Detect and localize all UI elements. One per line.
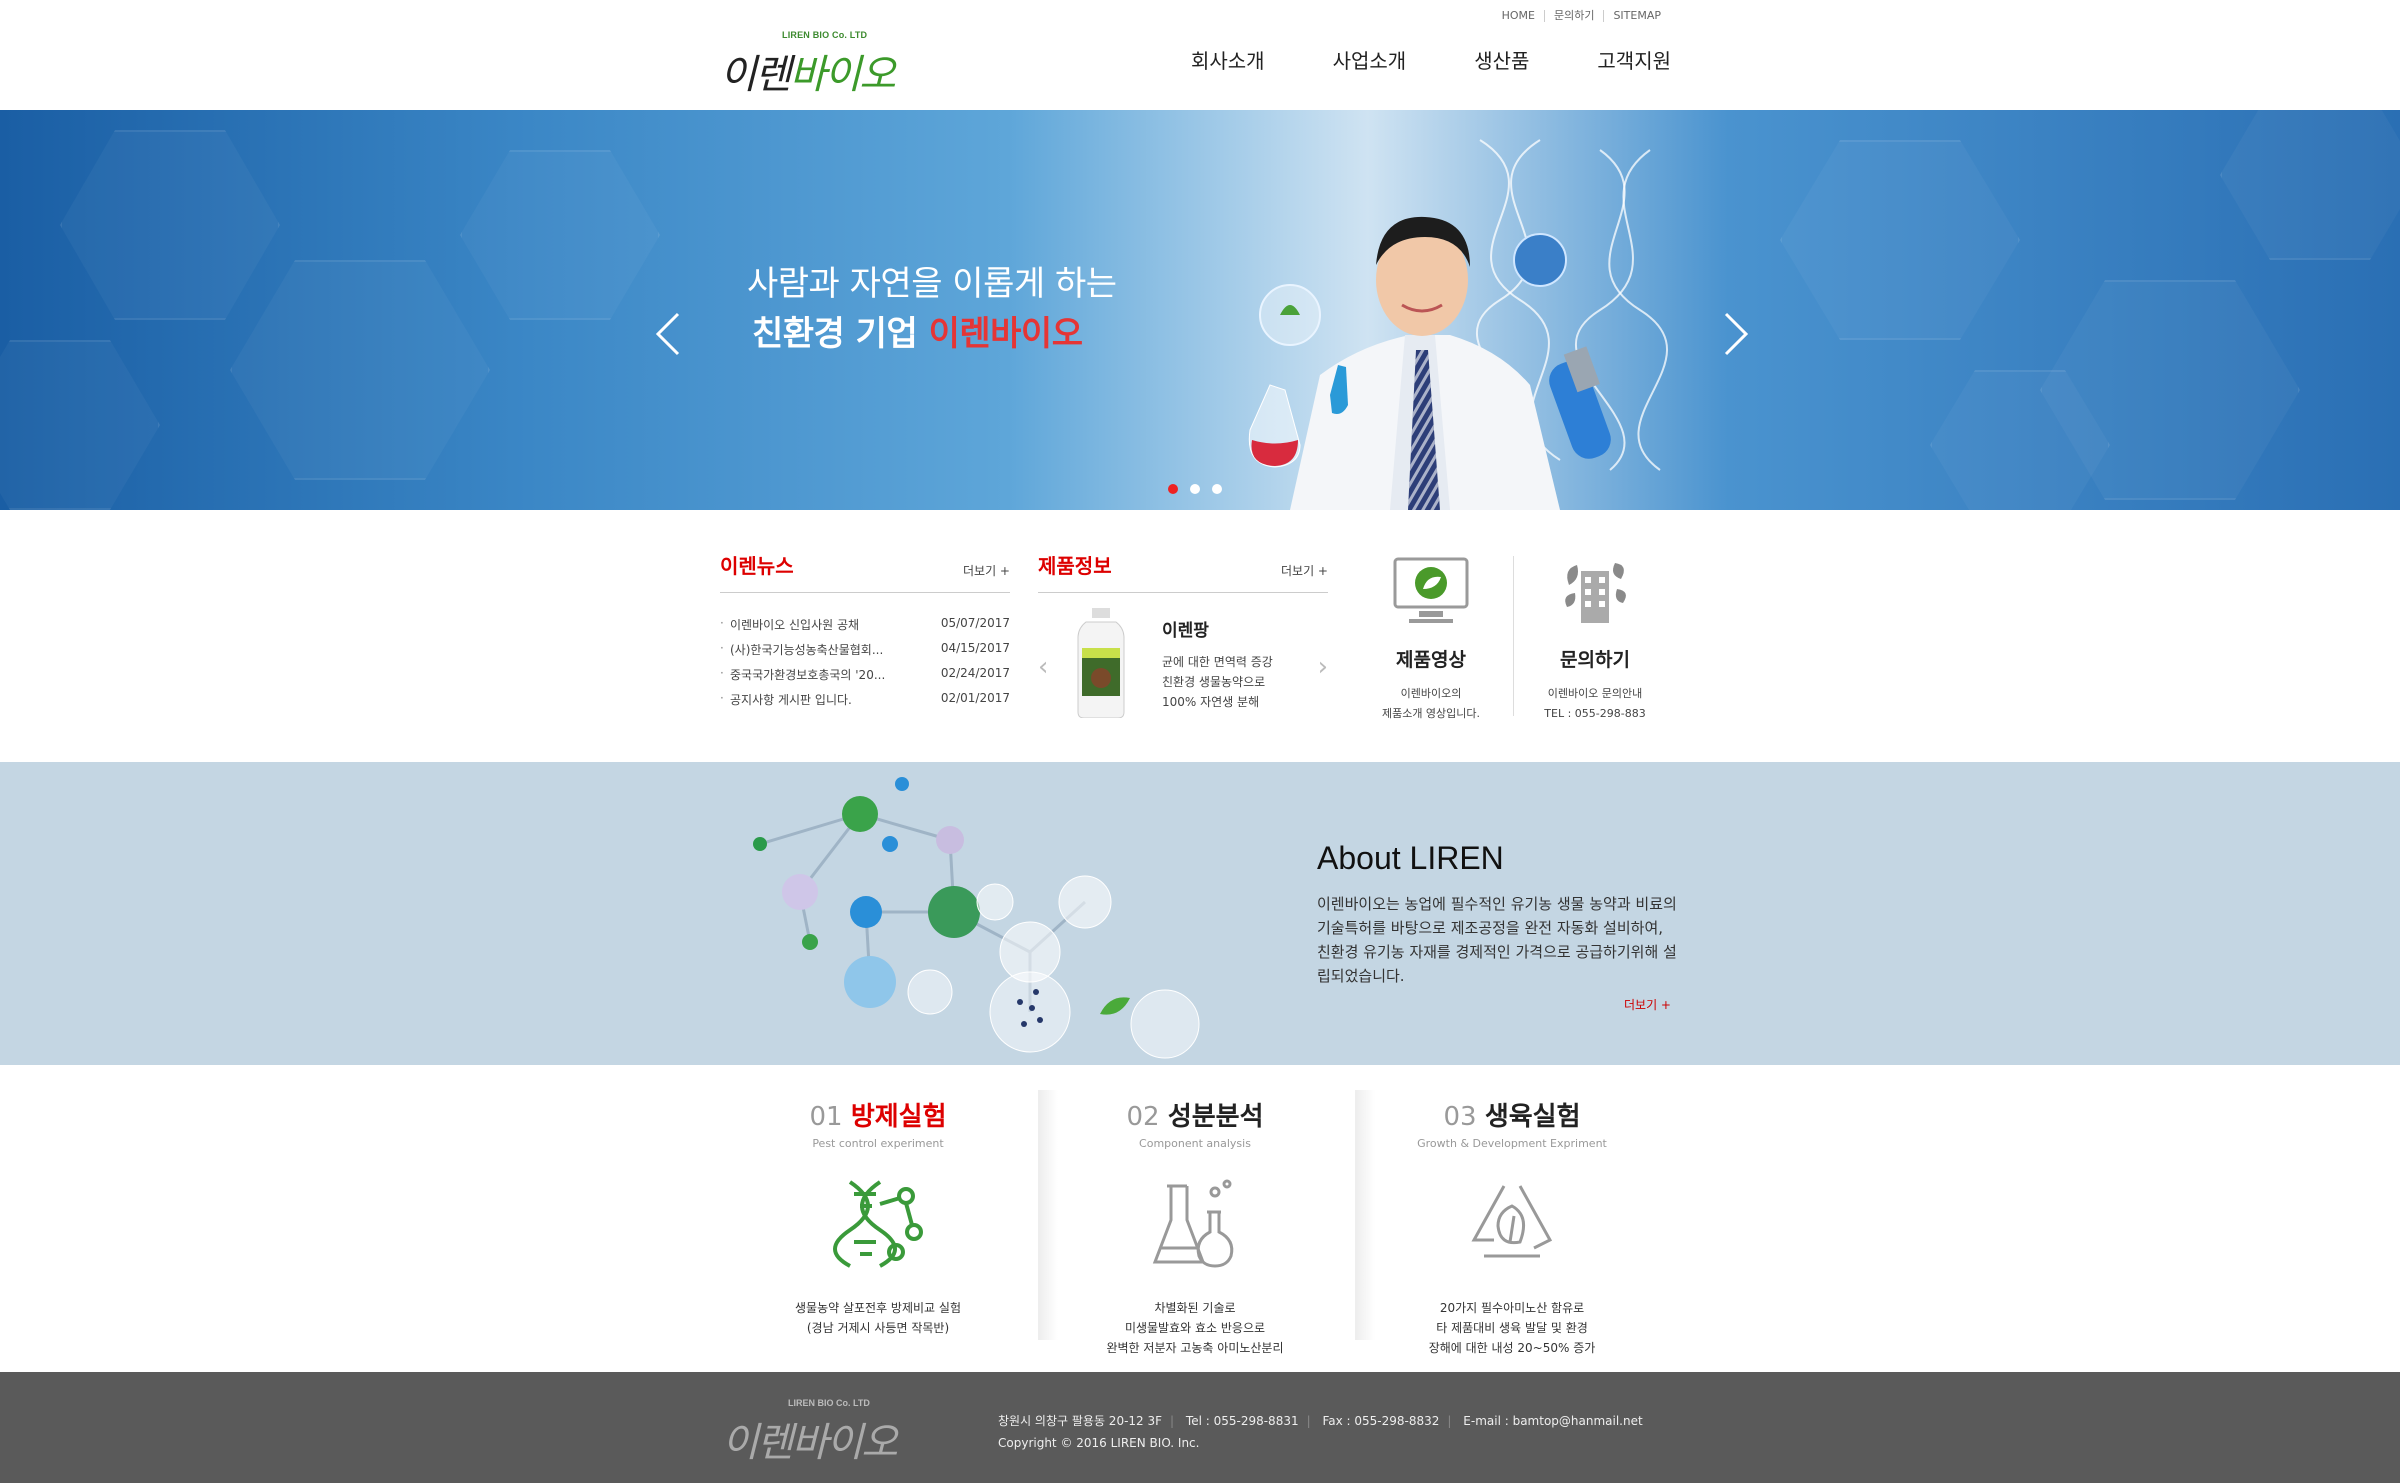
dna-icon xyxy=(833,1180,923,1268)
header: LIREN BIO Co. LTD 이렌바이오 HOME 문의하기 SITEMA… xyxy=(0,0,2400,110)
building-leaf-icon xyxy=(1565,563,1626,623)
footer-copyright: Copyright © 2016 LIREN BIO. Inc. xyxy=(998,1436,1200,1450)
news-list: 이렌바이오 신입사원 공채05/07/2017 (사)한국기능성농축산물협회..… xyxy=(720,616,1010,716)
service-growth-experiment[interactable]: 03 생육실험 Growth & Development Expriment 2… xyxy=(1362,1096,1662,1358)
product-section: 제품정보 더보기 + ‹ › 이렌팡 균에 대한 면역력 증강 친환경 생물농약… xyxy=(1038,550,1328,718)
service-subtitle: Component analysis xyxy=(1139,1137,1251,1150)
contact-quicklink[interactable]: 문의하기 이렌바이오 문의안내 TEL : 055-298-883 xyxy=(1520,555,1670,724)
logo[interactable]: LIREN BIO Co. LTD 이렌바이오 xyxy=(720,28,900,98)
product-desc: 균에 대한 면역력 증강 친환경 생물농약으로 100% 자연생 분해 xyxy=(1162,655,1273,709)
hero-headline-2: 친환경 기업 이렌바이오 xyxy=(752,314,1083,354)
list-item[interactable]: 공지사항 게시판 입니다.02/01/2017 xyxy=(720,691,1010,716)
chevron-left-icon[interactable] xyxy=(652,310,682,358)
about-more-link[interactable]: 더보기 + xyxy=(1624,996,1671,1013)
scientist-illustration xyxy=(1248,216,1560,510)
molecule-illustration xyxy=(753,777,1200,1059)
list-item[interactable]: 중국국가환경보호총국의 '20...02/24/2017 xyxy=(720,666,1010,691)
slider-dots xyxy=(1168,484,1222,494)
footer-email[interactable]: E-mail : bamtop@hanmail.net xyxy=(1463,1414,1642,1428)
list-item[interactable]: (사)한국기능성농축산물협회...04/15/2017 xyxy=(720,641,1010,666)
footer-fax: Fax : 055-298-8832 xyxy=(1322,1414,1440,1428)
hex-decoration xyxy=(460,150,660,320)
list-item[interactable]: 이렌바이오 신입사원 공채05/07/2017 xyxy=(720,616,1010,641)
nav-support[interactable]: 고객지원 xyxy=(1597,45,1671,74)
footer-logo: LIREN BIO Co. LTD 이렌바이오 xyxy=(722,1398,898,1466)
service-desc: 생물농약 살포전후 방제비교 실험 (경남 거제시 사등면 작목반) xyxy=(794,1301,961,1335)
service-title: 02 성분분석 xyxy=(1126,1102,1264,1132)
service-subtitle: Growth & Development Expriment xyxy=(1417,1137,1607,1150)
service-title: 01 방제실험 xyxy=(809,1102,947,1132)
news-more-link[interactable]: 더보기 + xyxy=(963,562,1010,579)
service-title: 03 생육실험 xyxy=(1443,1102,1581,1132)
service-component-analysis[interactable]: 02 성분분석 Component analysis 차별화된 기술로 미생물발효… xyxy=(1045,1096,1345,1358)
news-section: 이렌뉴스 더보기 + 이렌바이오 신입사원 공채05/07/2017 (사)한국… xyxy=(720,550,1010,707)
service-pest-control[interactable]: 01 방제실험 Pest control experiment 생물농약 살포전… xyxy=(728,1096,1028,1338)
product-more-link[interactable]: 더보기 + xyxy=(1281,562,1328,579)
footer-info: 창원시 의창구 팔용동 20-12 3F | Tel : 055-298-8831… xyxy=(998,1410,1643,1454)
logo-text: 이렌바이오 xyxy=(720,52,896,98)
nav-products[interactable]: 생산품 xyxy=(1474,45,1529,74)
hex-decoration xyxy=(0,340,160,510)
main-nav: 회사소개 사업소개 생산품 고객지원 xyxy=(1123,45,1671,74)
nav-company[interactable]: 회사소개 xyxy=(1191,45,1265,74)
product-name[interactable]: 이렌팡 xyxy=(1162,616,1209,641)
contact-desc: 이렌바이오 문의안내 TEL : 055-298-883 xyxy=(1544,687,1646,720)
product-prev-button[interactable]: ‹ xyxy=(1038,652,1048,682)
service-subtitle: Pest control experiment xyxy=(812,1137,944,1150)
recycle-leaf-icon xyxy=(1471,1185,1553,1258)
divider xyxy=(1513,556,1514,716)
hex-decoration xyxy=(230,260,490,480)
chevron-right-icon[interactable] xyxy=(1722,310,1752,358)
about-heading: About LIREN xyxy=(1317,840,1504,876)
hex-decoration xyxy=(60,130,280,320)
footer: LIREN BIO Co. LTD 이렌바이오 창원시 의창구 팔용동 20-1… xyxy=(0,1372,2400,1483)
divider xyxy=(720,592,1010,593)
about-body: 이렌바이오는 농업에 필수적인 유기농 생물 농약과 비료의 기술특허를 바탕으… xyxy=(1317,895,1677,985)
util-home-link[interactable]: HOME xyxy=(1493,10,1544,22)
logo-subtitle: LIREN BIO Co. LTD xyxy=(782,30,868,40)
hex-decoration xyxy=(2220,110,2400,260)
slider-dot-2[interactable] xyxy=(1190,484,1200,494)
footer-tel: Tel : 055-298-8831 xyxy=(1185,1414,1299,1428)
footer-address: 창원시 의창구 팔용동 20-12 3F xyxy=(998,1414,1163,1428)
hero-banner: 사람과 자연을 이롭게 하는 친환경 기업 이렌바이오 xyxy=(0,110,2400,510)
flask-icon xyxy=(1152,1179,1234,1268)
nav-business[interactable]: 사업소개 xyxy=(1333,45,1407,74)
service-desc: 20가지 필수아미노산 함유로 타 제품대비 생육 발달 및 환경 장해에 대한 내… xyxy=(1428,1301,1596,1355)
hero-headline-1: 사람과 자연을 이롭게 하는 xyxy=(747,264,1117,304)
service-desc: 차별화된 기술로 미생물발효와 효소 반응으로 완벽한 저분자 고농축 아미노산분리 xyxy=(1106,1301,1284,1355)
utility-nav: HOME 문의하기 SITEMAP xyxy=(1493,10,1670,22)
slider-dot-1[interactable] xyxy=(1168,484,1178,494)
about-section: About LIREN 이렌바이오는 농업에 필수적인 유기농 생물 농약과 비… xyxy=(0,762,2400,1065)
video-desc: 이렌바이오의 제품소개 영상입니다. xyxy=(1381,687,1481,720)
util-sitemap-link[interactable]: SITEMAP xyxy=(1603,10,1670,22)
divider xyxy=(1038,592,1328,593)
monitor-leaf-icon xyxy=(1393,557,1469,623)
slider-dot-3[interactable] xyxy=(1212,484,1222,494)
contact-title: 문의하기 xyxy=(1560,649,1630,671)
product-bottle-image[interactable] xyxy=(1076,608,1126,718)
video-title: 제품영상 xyxy=(1396,649,1466,671)
hex-decoration xyxy=(1780,140,2020,340)
util-contact-link[interactable]: 문의하기 xyxy=(1543,10,1603,22)
video-quicklink[interactable]: 제품영상 이렌바이오의 제품소개 영상입니다. xyxy=(1356,555,1506,724)
